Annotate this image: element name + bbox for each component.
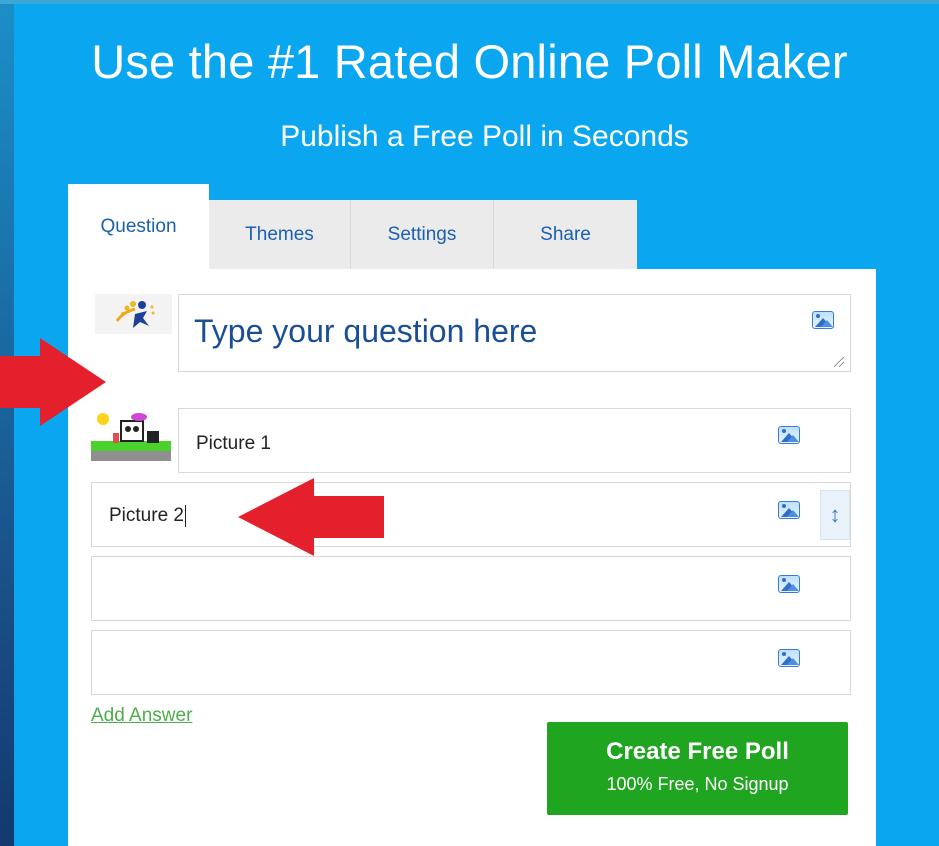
tab-settings-label: Settings [387, 224, 457, 245]
annotation-arrow-right [0, 338, 106, 426]
image-upload-icon[interactable] [778, 501, 800, 519]
resize-grip-icon[interactable] [834, 357, 844, 367]
question-input[interactable]: Type your question here [178, 294, 851, 372]
question-image-thumbnail[interactable] [95, 294, 172, 334]
tab-settings[interactable]: Settings [351, 200, 494, 270]
tab-share[interactable]: Share [494, 200, 637, 270]
question-logo-image [95, 294, 172, 334]
image-upload-icon[interactable] [778, 575, 800, 593]
create-button-label: Create Free Poll [606, 738, 789, 765]
annotation-arrow-left [238, 478, 384, 556]
poll-maker-card: Themes Settings Share Question Type your… [68, 184, 876, 846]
tab-themes[interactable]: Themes [209, 200, 351, 270]
create-free-poll-button[interactable]: Create Free Poll 100% Free, No Signup [547, 722, 848, 815]
answer-2-text: Picture 2 [109, 505, 184, 527]
image-upload-icon[interactable] [778, 426, 800, 444]
answer-4-input[interactable] [91, 630, 851, 695]
create-button-sublabel: 100% Free, No Signup [606, 774, 789, 794]
answer-3-input[interactable] [91, 556, 851, 621]
tab-question[interactable]: Question [68, 184, 209, 270]
drag-handle-icon[interactable]: ↕ [820, 490, 850, 540]
image-upload-icon[interactable] [778, 649, 800, 667]
tab-themes-label: Themes [245, 224, 314, 245]
text-caret [184, 505, 186, 527]
page-subheadline: Publish a Free Poll in Seconds [280, 120, 689, 153]
image-upload-icon[interactable] [812, 311, 834, 329]
answer-1-input[interactable]: Picture 1 [178, 408, 851, 473]
answer-2-value: Picture 2 [109, 505, 186, 527]
answer-1-value: Picture 1 [196, 433, 271, 454]
tab-share-label: Share [540, 224, 591, 245]
add-answer-link[interactable]: Add Answer [91, 705, 192, 727]
answer-2-input[interactable]: Picture 2 ↕ [91, 482, 851, 547]
question-placeholder: Type your question here [194, 313, 538, 349]
page-headline: Use the #1 Rated Online Poll Maker [91, 35, 848, 88]
slide-frame-top [0, 0, 939, 4]
tab-question-label: Question [100, 216, 177, 237]
